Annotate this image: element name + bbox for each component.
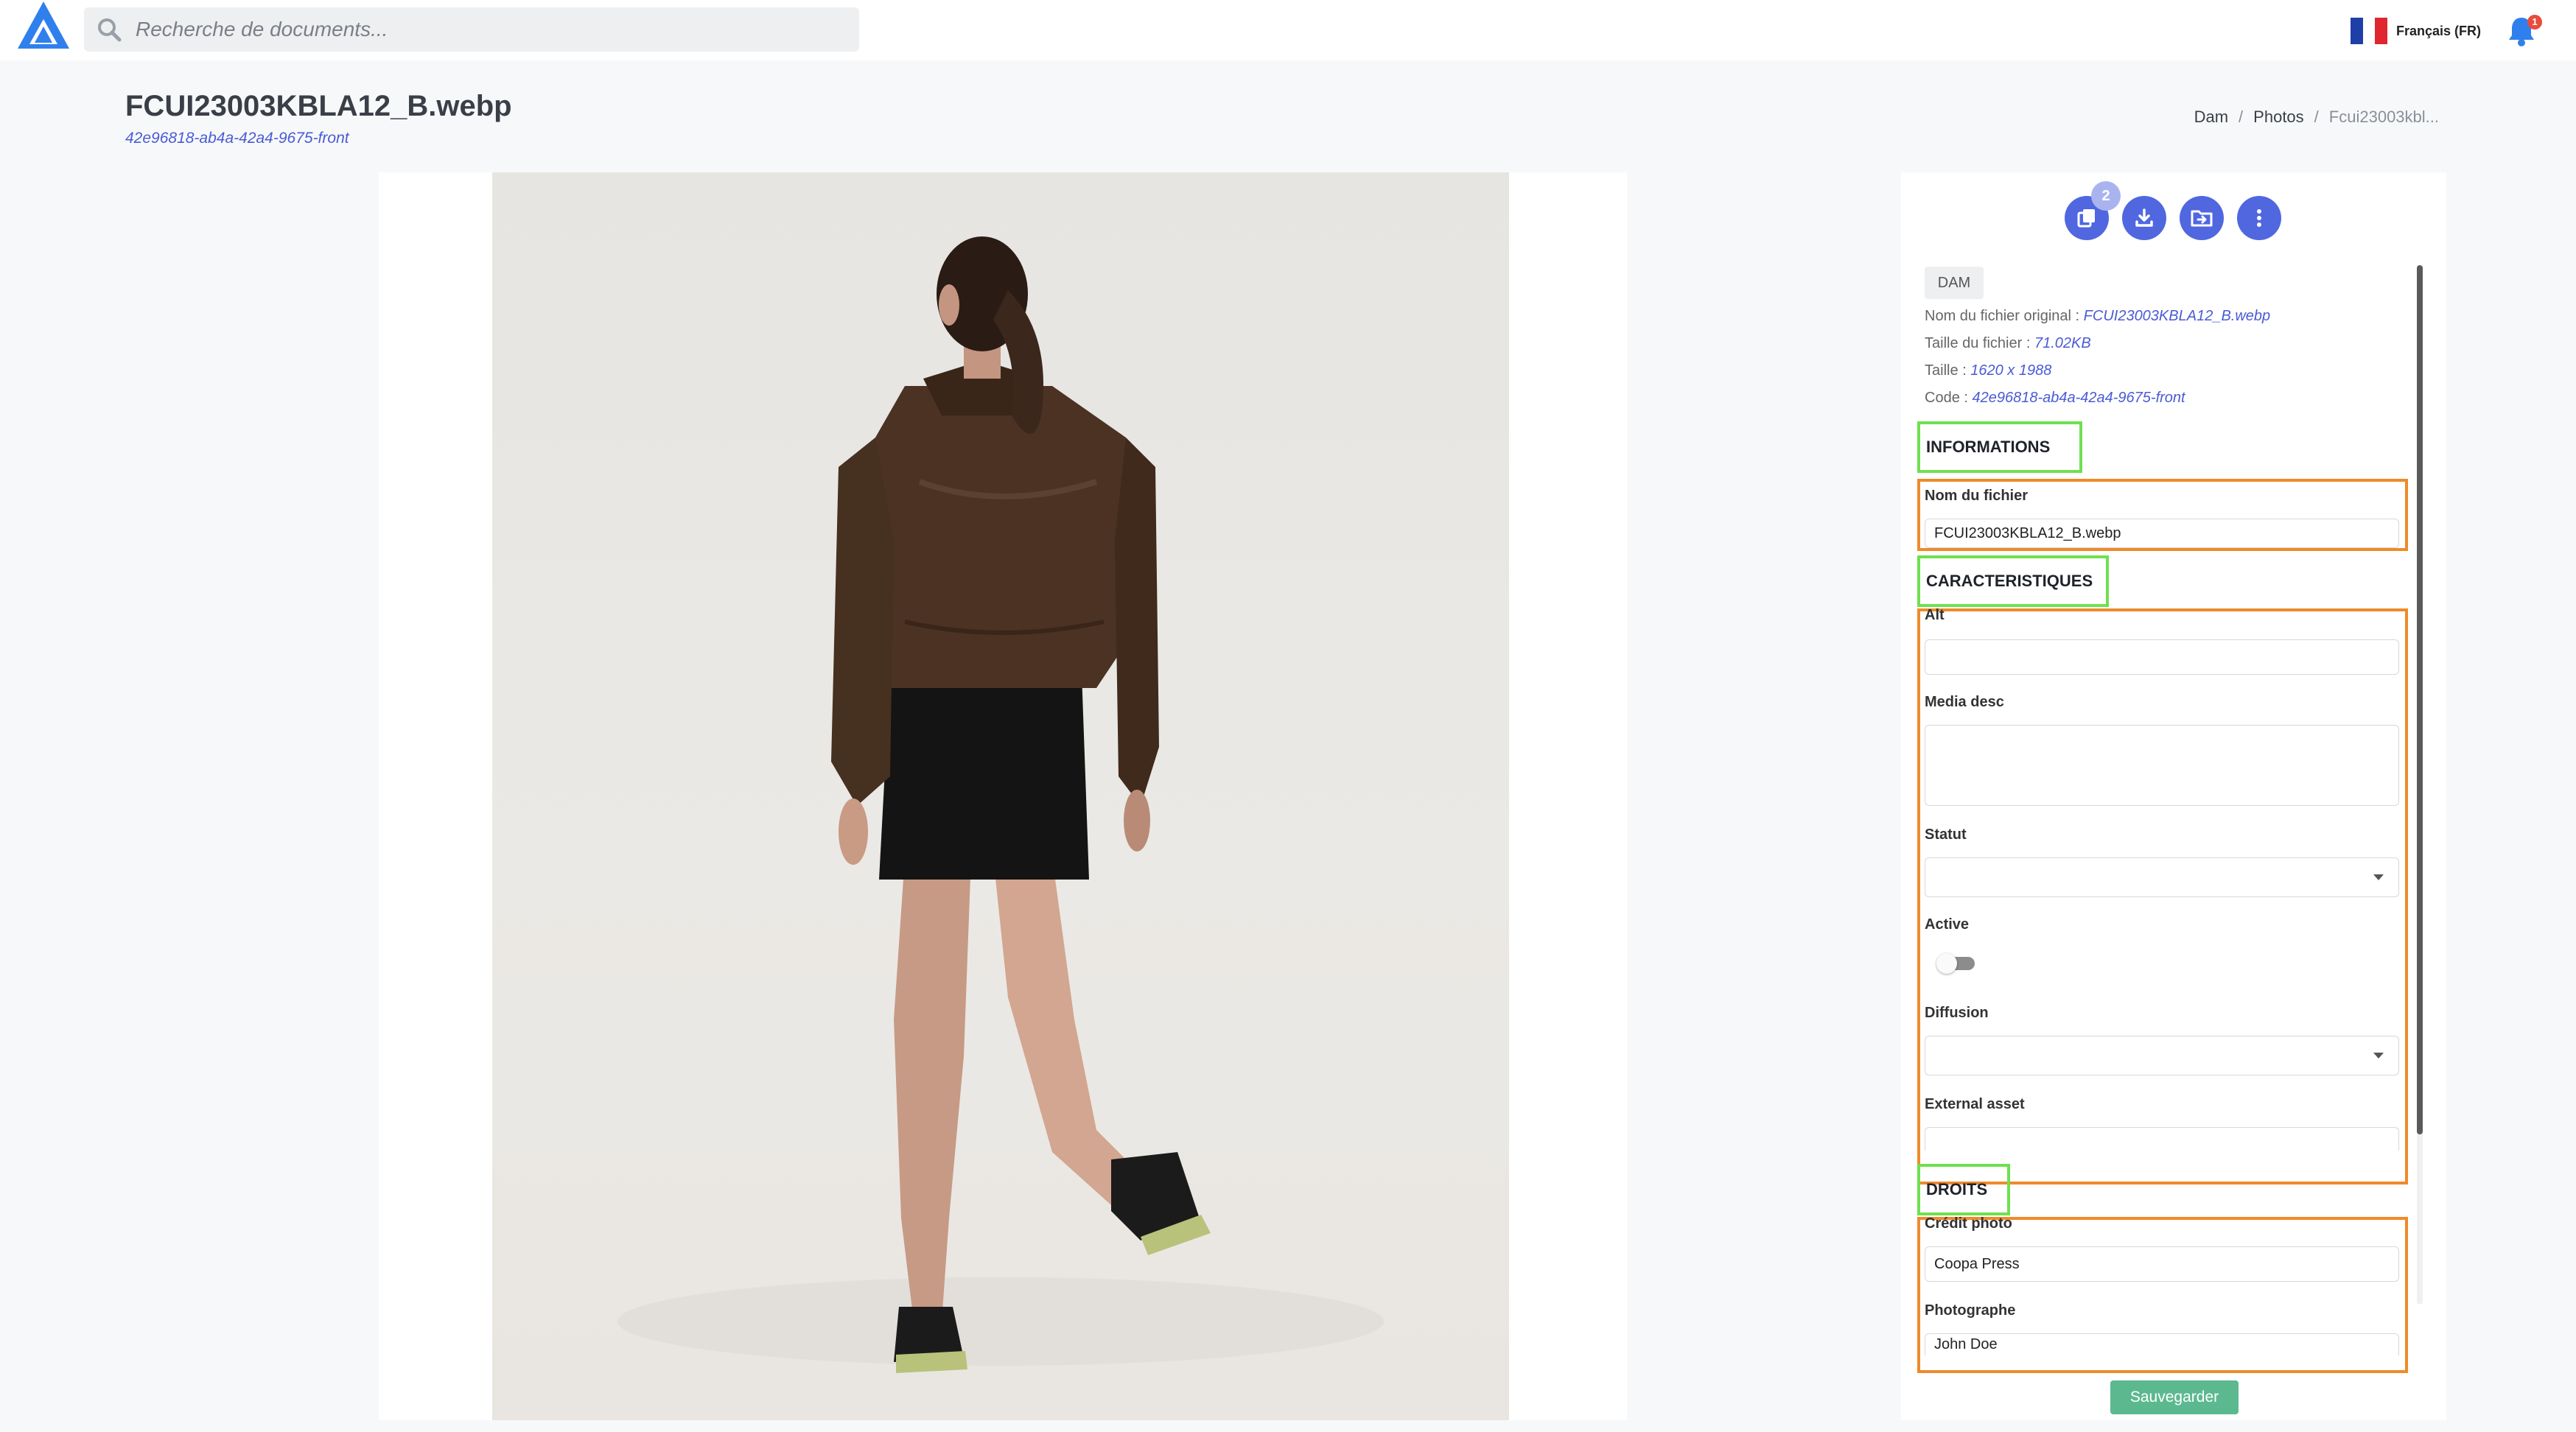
dam-tag: DAM [1925, 267, 1984, 299]
app-logo-icon[interactable] [16, 0, 71, 52]
media-desc-label: Media desc [1925, 694, 2004, 710]
file-size-label: Taille du fichier : [1925, 335, 2034, 351]
breadcrumb-item-dam[interactable]: Dam [2194, 108, 2228, 127]
original-filename-row: Nom du fichier original : FCUI23003KBLA1… [1925, 308, 2270, 325]
media-desc-textarea[interactable] [1925, 725, 2399, 806]
original-filename-label: Nom du fichier original : [1925, 308, 2084, 324]
diffusion-select[interactable] [1925, 1036, 2399, 1075]
external-asset-label: External asset [1925, 1096, 2025, 1112]
active-toggle[interactable] [1936, 953, 1975, 974]
breadcrumb-separator: / [2239, 108, 2244, 126]
action-toolbar: 2 [2065, 181, 2281, 240]
photographer-input[interactable] [1925, 1333, 2399, 1355]
breadcrumb-item-photos[interactable]: Photos [2253, 108, 2304, 127]
more-options-button[interactable] [2237, 196, 2281, 240]
credit-photo-label: Crédit photo [1925, 1215, 2012, 1232]
notification-count-badge: 1 [2527, 15, 2542, 29]
alt-label: Alt [1925, 607, 1945, 623]
breadcrumb: Dam / Photos / Fcui23003kbl... [2194, 108, 2439, 127]
toggle-knob [1936, 953, 1957, 974]
file-size-row: Taille du fichier : 71.02KB [1925, 335, 2091, 352]
page-subtitle: 42e96818-ab4a-42a4-9675-front [125, 130, 349, 147]
code-value: 42e96818-ab4a-42a4-9675-front [1972, 390, 2185, 406]
more-vertical-icon [2257, 209, 2261, 227]
top-bar: Français (FR) 1 [0, 0, 2576, 60]
dimensions-row: Taille : 1620 x 1988 [1925, 362, 2051, 379]
photographer-label: Photographe [1925, 1302, 2016, 1319]
chevron-down-icon [2373, 874, 2384, 880]
filename-input[interactable] [1925, 519, 2399, 548]
language-label: Français (FR) [2396, 23, 2482, 38]
statut-label: Statut [1925, 826, 1967, 843]
folder-move-icon [2191, 210, 2213, 227]
section-informations-heading: INFORMATIONS [1917, 421, 2082, 473]
section-caracteristiques-heading: CARACTERISTIQUES [1917, 555, 2109, 607]
breadcrumb-item-current: Fcui23003kbl... [2328, 108, 2439, 126]
file-size-value: 71.02KB [2034, 335, 2091, 351]
media-details-panel: 2 DAM Nom du fichier original : FCUI2300… [1901, 172, 2446, 1420]
credit-photo-input[interactable] [1925, 1246, 2399, 1282]
copy-icon [2077, 209, 2095, 228]
duplicate-count-badge: 2 [2091, 181, 2121, 211]
section-droits-heading: DROITS [1917, 1164, 2010, 1215]
search-bar[interactable] [84, 7, 859, 52]
duplicate-button[interactable]: 2 [2065, 181, 2121, 240]
dimensions-label: Taille : [1925, 362, 1971, 379]
dimensions-value: 1620 x 1988 [1970, 362, 2052, 379]
panel-scrollbar-thumb[interactable] [2417, 265, 2423, 1134]
alt-input[interactable] [1925, 639, 2399, 675]
filename-label: Nom du fichier [1925, 488, 2029, 504]
page-title: FCUI23003KBLA12_B.webp [125, 90, 512, 122]
external-asset-input[interactable] [1925, 1127, 2399, 1151]
code-row: Code : 42e96818-ab4a-42a4-9675-front [1925, 390, 2185, 407]
breadcrumb-separator: / [2314, 108, 2319, 126]
france-flag-icon [2351, 18, 2388, 44]
search-input[interactable] [125, 7, 859, 52]
product-photo[interactable] [492, 172, 1509, 1420]
code-label: Code : [1925, 390, 1973, 406]
diffusion-label: Diffusion [1925, 1005, 1989, 1021]
chevron-down-icon [2373, 1053, 2384, 1059]
original-filename-value: FCUI23003KBLA12_B.webp [2083, 308, 2271, 324]
image-preview-panel [379, 172, 1627, 1420]
search-icon [93, 13, 125, 46]
active-label: Active [1925, 916, 1970, 933]
download-button[interactable] [2122, 196, 2166, 240]
statut-select[interactable] [1925, 857, 2399, 897]
save-button[interactable]: Sauvegarder [2110, 1380, 2239, 1414]
download-icon [2135, 208, 2153, 227]
language-selector[interactable]: Français (FR) [2351, 16, 2481, 46]
move-to-folder-button[interactable] [2180, 196, 2224, 240]
